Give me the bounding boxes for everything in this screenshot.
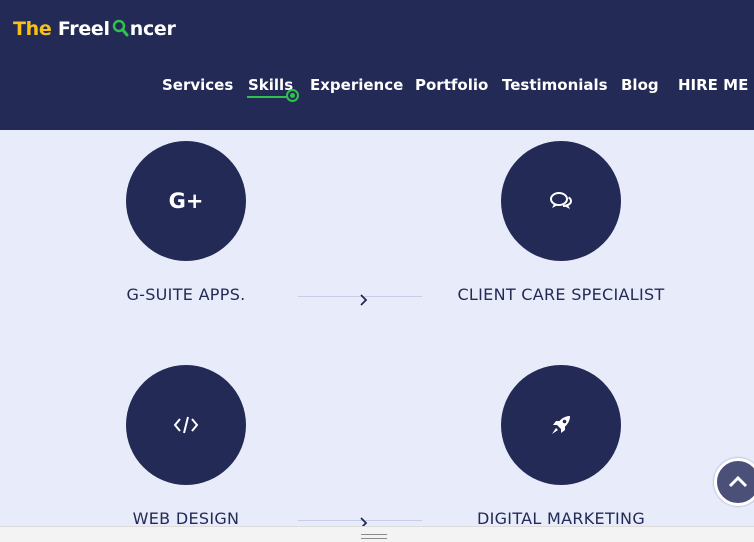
site-logo[interactable]: The Freel ncer <box>13 18 176 40</box>
skill-label-client-care: CLIENT CARE SPECIALIST <box>457 285 665 304</box>
main-nav: Services Skills Experience Portfolio Tes… <box>0 76 754 96</box>
nav-experience[interactable]: Experience <box>310 76 403 94</box>
active-nav-underline <box>247 96 291 98</box>
nav-testimonials[interactable]: Testimonials <box>502 76 608 94</box>
skill-icon-circle-gsuite: G+ <box>126 141 246 261</box>
resize-grip-handle[interactable] <box>361 534 387 539</box>
logo-magnifier-icon <box>111 19 129 37</box>
skill-icon-circle-digital-marketing <box>501 365 621 485</box>
nav-hire-me[interactable]: HIRE ME <box>678 76 748 94</box>
chat-bubbles-icon <box>549 191 573 211</box>
rocket-icon <box>550 414 572 436</box>
nav-services[interactable]: Services <box>162 76 233 94</box>
skill-icon-circle-web-design <box>126 365 246 485</box>
nav-blog[interactable]: Blog <box>621 76 659 94</box>
logo-text-ncer: ncer <box>129 18 176 40</box>
active-nav-indicator-icon <box>286 89 299 102</box>
logo-text-freel: Freel <box>57 18 110 40</box>
google-plus-icon: G+ <box>168 189 204 213</box>
scroll-to-top-button[interactable] <box>714 458 754 506</box>
nav-portfolio[interactable]: Portfolio <box>415 76 488 94</box>
bottom-resize-bar <box>0 526 754 542</box>
skill-label-gsuite: G-SUITE APPS. <box>126 285 246 304</box>
chevron-right-icon <box>359 291 369 306</box>
site-header: The Freel ncer Services Skills Experience… <box>0 0 754 130</box>
chevron-up-icon <box>728 475 748 488</box>
code-icon <box>173 416 199 434</box>
logo-text-the: The <box>13 18 52 40</box>
chevron-right-icon <box>359 514 369 529</box>
skill-icon-circle-client-care <box>501 141 621 261</box>
